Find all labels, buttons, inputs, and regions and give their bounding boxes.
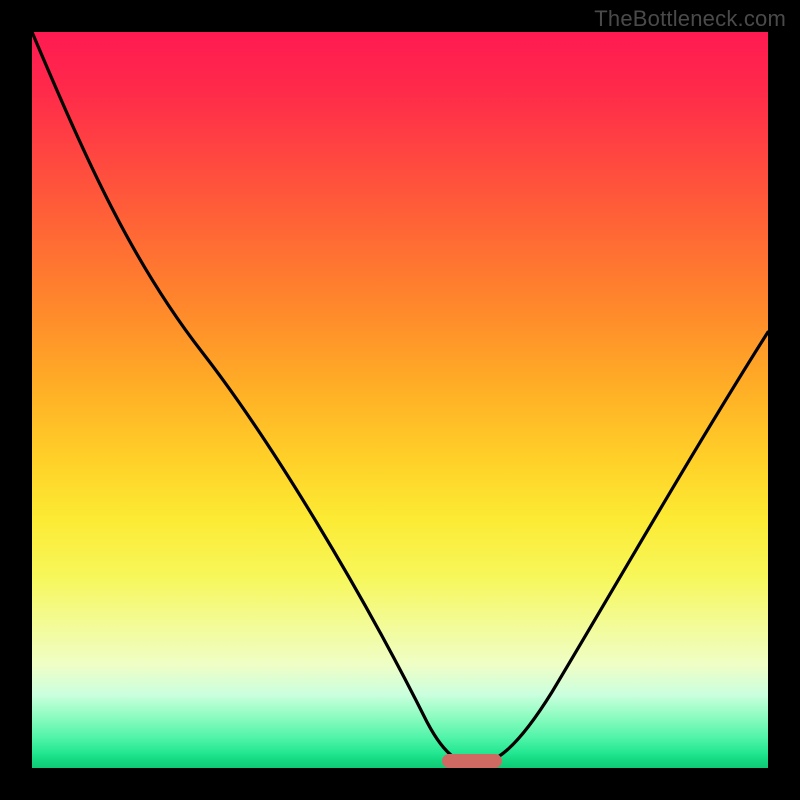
curve-svg [32,32,768,768]
bottleneck-curve-path [32,32,768,764]
watermark-label: TheBottleneck.com [594,6,786,32]
chart-frame: TheBottleneck.com [0,0,800,800]
optimal-range-marker [442,754,502,768]
plot-area [32,32,768,768]
